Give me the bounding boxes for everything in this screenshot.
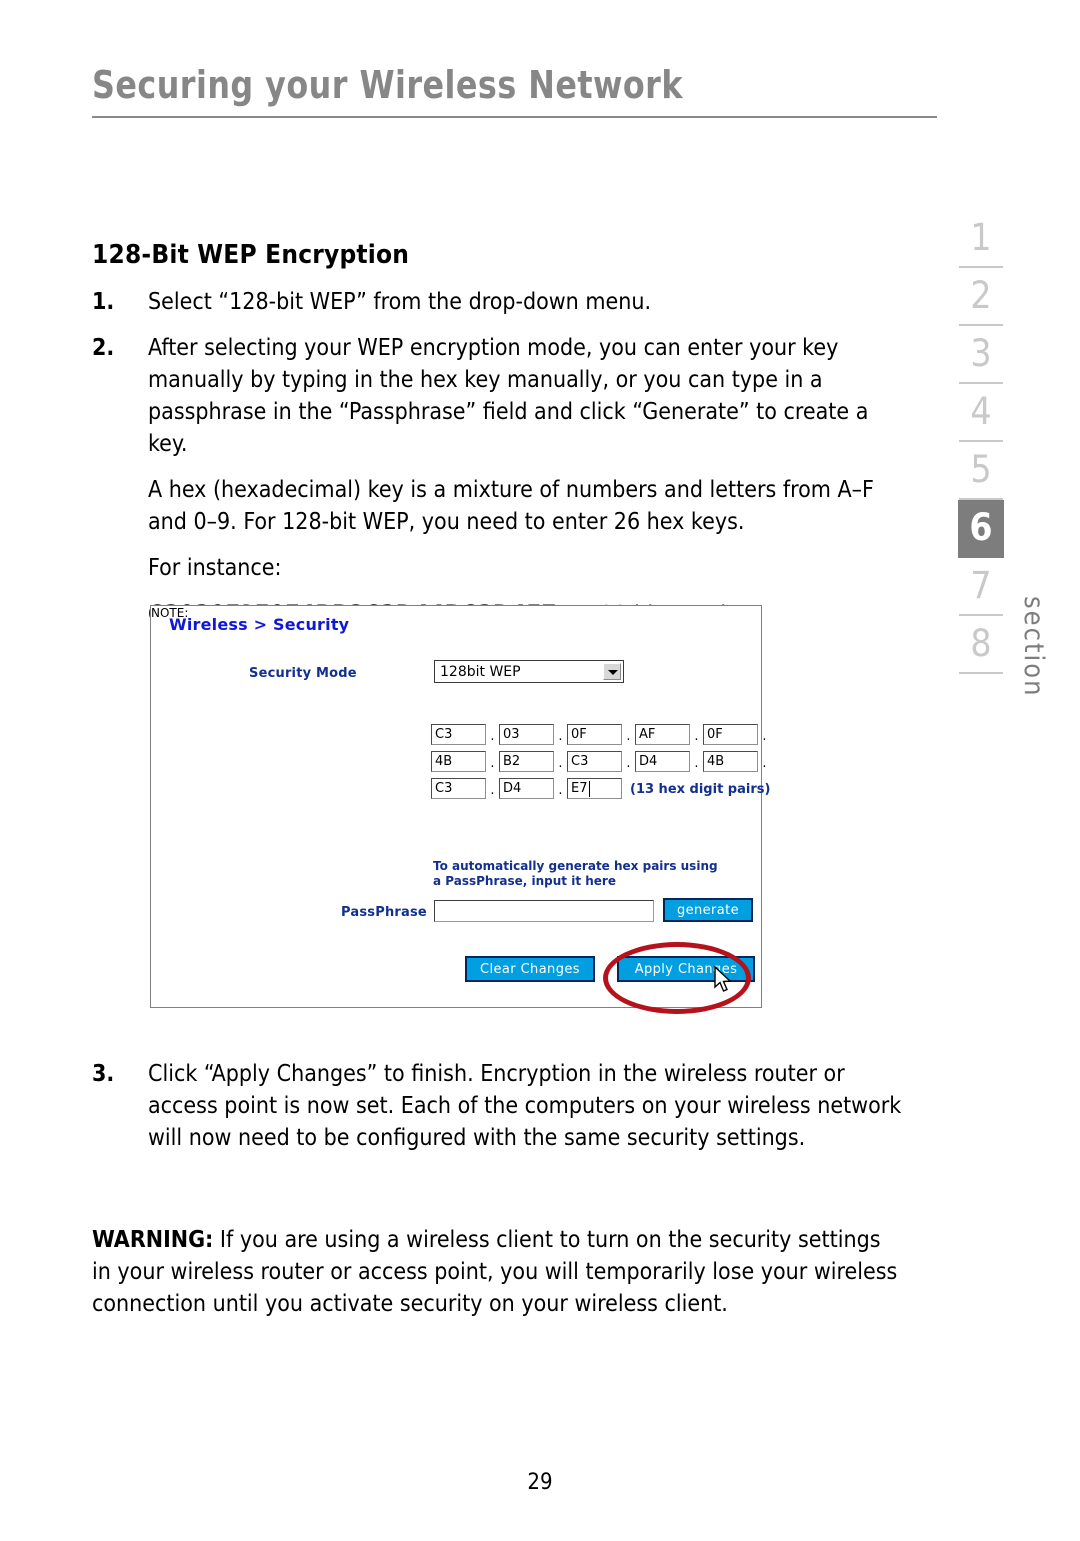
list-item-step-2: 2. After selecting your WEP encryption m… bbox=[92, 332, 902, 460]
hex-pair-input[interactable]: C3 bbox=[567, 751, 622, 772]
step-marker: 2. bbox=[92, 335, 115, 361]
hex-separator: . bbox=[626, 729, 631, 744]
hex-separator: . bbox=[762, 729, 767, 744]
section-tab-5[interactable]: 5 bbox=[958, 442, 1004, 500]
hex-separator: . bbox=[762, 756, 767, 771]
hex-pair-input[interactable]: 4B bbox=[703, 751, 758, 772]
hex-explainer-paragraph: A hex (hexadecimal) key is a mixture of … bbox=[148, 477, 874, 535]
hex-pair-input[interactable]: 0F bbox=[703, 724, 758, 745]
section-tab-number: 1 bbox=[970, 216, 992, 259]
hex-separator: . bbox=[694, 729, 699, 744]
hex-pair-input[interactable]: 4B bbox=[431, 751, 486, 772]
router-config-screenshot: Wireless > Security Security Mode 128bit… bbox=[150, 605, 770, 1008]
section-tab-number: 5 bbox=[970, 448, 992, 491]
hex-separator: . bbox=[558, 729, 563, 744]
section-tab-4[interactable]: 4 bbox=[958, 384, 1004, 442]
hex-pair-input[interactable]: B2 bbox=[499, 751, 554, 772]
security-mode-selected-value: 128bit WEP bbox=[440, 664, 521, 680]
warning-paragraph: WARNING: If you are using a wireless cli… bbox=[92, 1224, 902, 1320]
subsection-heading: 128-Bit WEP Encryption bbox=[92, 240, 410, 270]
note-text: To automatically generate hex pairs usin… bbox=[433, 859, 718, 888]
step-marker: 1. bbox=[92, 289, 115, 315]
section-tab-divider bbox=[959, 672, 1003, 674]
passphrase-label: PassPhrase bbox=[341, 905, 427, 920]
hex-pair-input[interactable]: C3 bbox=[431, 778, 486, 799]
generate-button[interactable]: generate bbox=[663, 898, 753, 922]
security-mode-select[interactable]: 128bit WEP bbox=[434, 660, 624, 683]
chevron-down-icon[interactable] bbox=[603, 663, 621, 680]
section-tab-number: 4 bbox=[970, 390, 992, 433]
warning-label: WARNING: bbox=[92, 1227, 214, 1253]
breadcrumb: Wireless > Security bbox=[169, 615, 350, 634]
section-tab-7[interactable]: 7 bbox=[958, 558, 1004, 616]
hex-separator: . bbox=[558, 756, 563, 771]
clear-changes-button[interactable]: Clear Changes bbox=[465, 956, 595, 982]
hex-separator: . bbox=[490, 756, 495, 771]
section-tab-number: 2 bbox=[970, 274, 992, 317]
header-divider bbox=[92, 116, 937, 118]
warning-text: If you are using a wireless client to tu… bbox=[92, 1227, 898, 1317]
page-title: Securing your Wireless Network bbox=[92, 63, 683, 107]
hex-separator: . bbox=[558, 783, 563, 798]
security-mode-label: Security Mode bbox=[249, 666, 357, 681]
mouse-cursor-icon bbox=[714, 966, 732, 992]
main-content: 128-Bit WEP Encryption 1. Select “128-bi… bbox=[92, 240, 902, 641]
section-tab-number: 3 bbox=[970, 332, 992, 375]
hex-pair-input[interactable]: E7 bbox=[567, 778, 622, 799]
hex-separator: . bbox=[490, 729, 495, 744]
hex-key-grid: C3 . 03 . 0F . AF . 0F . 4B . B2 . C3 . … bbox=[431, 724, 771, 805]
apply-changes-button[interactable]: Apply Changes bbox=[617, 956, 755, 982]
section-tab-3[interactable]: 3 bbox=[958, 326, 1004, 384]
list-item-step-3: 3. Click “Apply Changes” to finish. Encr… bbox=[92, 1058, 902, 1154]
list-item-step-1: 1. Select “128-bit WEP” from the drop-do… bbox=[92, 286, 902, 318]
hex-separator: . bbox=[694, 756, 699, 771]
section-tab-6[interactable]: 6 bbox=[958, 500, 1004, 558]
section-tab-number: 8 bbox=[970, 622, 992, 665]
page-number: 29 bbox=[527, 1470, 553, 1495]
hex-separator: . bbox=[626, 756, 631, 771]
hex-pair-input[interactable]: C3 bbox=[431, 724, 486, 745]
page-header: Securing your Wireless Network bbox=[92, 62, 937, 118]
passphrase-input[interactable] bbox=[434, 900, 654, 922]
section-tab-2[interactable]: 2 bbox=[958, 268, 1004, 326]
section-rail-label: section bbox=[1018, 596, 1049, 698]
hex-pair-input[interactable]: D4 bbox=[635, 751, 690, 772]
warning-block: WARNING: If you are using a wireless cli… bbox=[92, 1224, 902, 1320]
hex-pair-input[interactable]: 03 bbox=[499, 724, 554, 745]
steps-list: 1. Select “128-bit WEP” from the drop-do… bbox=[92, 286, 902, 631]
hex-separator: . bbox=[490, 783, 495, 798]
section-tab-8[interactable]: 8 bbox=[958, 616, 1004, 674]
hex-pair-input[interactable]: AF bbox=[635, 724, 690, 745]
section-tab-1[interactable]: 1 bbox=[958, 210, 1004, 268]
hex-pair-input[interactable]: 0F bbox=[567, 724, 622, 745]
section-rail: 1 2 3 4 5 6 7 8 bbox=[958, 210, 1018, 674]
hex-pair-input[interactable]: D4 bbox=[499, 778, 554, 799]
step-text: After selecting your WEP encryption mode… bbox=[148, 335, 869, 457]
step-text: Click “Apply Changes” to finish. Encrypt… bbox=[148, 1061, 902, 1151]
step-text: Select “128-bit WEP” from the drop-down … bbox=[148, 289, 652, 315]
step-marker: 3. bbox=[92, 1061, 115, 1087]
hex-pairs-hint: (13 hex digit pairs) bbox=[630, 782, 771, 797]
for-instance-label: For instance: bbox=[148, 555, 282, 581]
hex-key-row: C3 . D4 . E7 (13 hex digit pairs) bbox=[431, 778, 771, 805]
hex-key-row: C3 . 03 . 0F . AF . 0F . bbox=[431, 724, 771, 751]
section-tab-number: 7 bbox=[970, 564, 992, 607]
post-figure-content: 3. Click “Apply Changes” to finish. Encr… bbox=[92, 1058, 902, 1168]
section-tab-number: 6 bbox=[969, 506, 993, 549]
hex-key-row: 4B . B2 . C3 . D4 . 4B . bbox=[431, 751, 771, 778]
